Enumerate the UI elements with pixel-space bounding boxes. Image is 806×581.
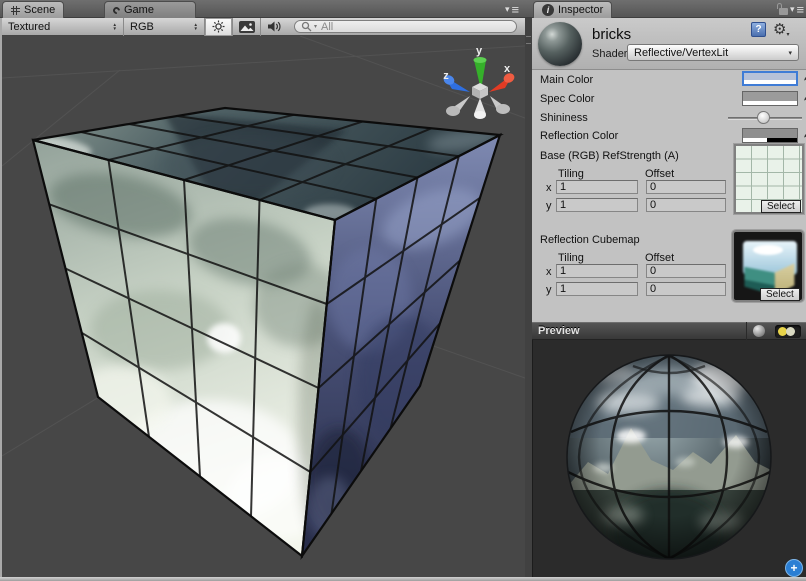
cubemap-select-button[interactable]: Select	[760, 288, 800, 301]
sun-icon	[212, 20, 225, 33]
unity-editor-window: Scene Game ▾≡ i Inspector ▾≡ Textured ▲▼	[0, 0, 806, 581]
reflection-color-eyedropper-icon[interactable]	[801, 128, 806, 143]
reflection-color-swatch[interactable]	[742, 128, 798, 143]
gear-icon[interactable]: ⚙▾	[773, 20, 789, 38]
color-channels-dropdown[interactable]: RGB ▲▼	[124, 18, 204, 36]
main-color-label: Main Color	[540, 74, 593, 86]
base-tiling-y-field[interactable]	[556, 198, 638, 212]
tab-scene-label: Scene	[24, 4, 55, 16]
tab-game[interactable]: Game	[104, 1, 196, 18]
scene-skybox-toggle[interactable]	[233, 18, 260, 36]
spec-color-eyedropper-icon[interactable]	[801, 91, 806, 106]
cubemap-offset-y-field[interactable]	[646, 282, 726, 296]
base-x-label: x	[546, 182, 552, 194]
shader-dropdown[interactable]: Reflective/VertexLit ▾	[627, 44, 799, 61]
tab-inspector-label: Inspector	[558, 4, 603, 16]
panel-divider[interactable]	[525, 18, 532, 577]
tab-scene[interactable]: Scene	[2, 1, 64, 18]
render-mode-dropdown[interactable]: Textured ▲▼	[2, 18, 123, 36]
scene-viewport[interactable]: y z x	[2, 36, 525, 577]
cubemap-tiling-header: Tiling	[558, 252, 584, 264]
cubemap-offset-x-field[interactable]	[646, 264, 726, 278]
dropdown-arrow-icon: ▾	[788, 49, 792, 57]
preview-add-button[interactable]: +	[786, 560, 803, 577]
spec-color-label: Spec Color	[540, 93, 594, 105]
base-offset-x-field[interactable]	[646, 180, 726, 194]
preview-viewport: +	[532, 340, 806, 577]
window-frame-left	[0, 18, 2, 577]
search-input[interactable]	[319, 20, 510, 34]
base-texture-label: Base (RGB) RefStrength (A)	[540, 150, 679, 162]
search-icon	[301, 21, 312, 32]
scene-grid-icon	[11, 6, 20, 15]
scene-audio-toggle[interactable]	[261, 18, 288, 36]
help-icon[interactable]: ?	[751, 22, 766, 37]
main-color-swatch[interactable]	[742, 71, 798, 86]
preview-sphere-render: +	[533, 340, 806, 577]
updown-arrows-icon: ▲▼	[194, 23, 198, 31]
lock-icon[interactable]	[777, 3, 789, 15]
y-axis-label[interactable]: y	[476, 45, 483, 57]
z-axis-label[interactable]: z	[443, 70, 449, 82]
game-icon	[112, 5, 122, 15]
material-name: bricks	[592, 26, 631, 43]
scene-lighting-toggle[interactable]	[205, 18, 232, 36]
cubemap-tiling-x-field[interactable]	[556, 264, 638, 278]
shininess-label: Shininess	[540, 112, 588, 124]
scene-toolbar: Textured ▲▼ RGB ▲▼	[2, 18, 525, 36]
cubemap-offset-header: Offset	[645, 252, 674, 264]
preview-title: Preview	[538, 325, 746, 337]
plus-icon: +	[790, 561, 797, 575]
base-tiling-header: Tiling	[558, 168, 584, 180]
inspector-panel: bricks Shader Reflective/VertexLit ▾ ? ⚙…	[532, 18, 806, 577]
base-offset-header: Offset	[645, 168, 674, 180]
base-texture-select-button[interactable]: Select	[761, 200, 801, 213]
base-offset-y-field[interactable]	[646, 198, 726, 212]
scene-search-field[interactable]: ▾	[294, 20, 517, 33]
preview-lighting-button[interactable]	[775, 325, 801, 338]
reflection-color-label: Reflection Color	[540, 130, 618, 142]
shininess-slider-thumb[interactable]	[757, 111, 770, 124]
tab-strip: Scene Game ▾≡ i Inspector ▾≡	[0, 0, 806, 18]
spec-color-swatch[interactable]	[742, 91, 798, 106]
material-preview-thumbnail	[538, 22, 582, 66]
reflection-cubemap-label: Reflection Cubemap	[540, 234, 640, 246]
updown-arrows-icon: ▲▼	[113, 23, 117, 31]
info-icon: i	[542, 4, 554, 16]
inspector-panel-menu-icon[interactable]: ▾≡	[790, 4, 805, 15]
scene-panel-menu-icon[interactable]: ▾≡	[505, 4, 520, 15]
image-icon	[239, 21, 255, 33]
material-header: bricks Shader Reflective/VertexLit ▾ ? ⚙…	[532, 18, 806, 70]
search-filter-arrow-icon[interactable]: ▾	[314, 23, 317, 30]
base-y-label: y	[546, 200, 552, 212]
cubemap-x-label: x	[546, 266, 552, 278]
cubemap-tiling-y-field[interactable]	[556, 282, 638, 296]
window-frame-bottom	[0, 577, 806, 581]
shader-label: Shader	[592, 48, 627, 60]
base-tiling-x-field[interactable]	[556, 180, 638, 194]
x-axis-label[interactable]: x	[504, 63, 511, 75]
preview-header[interactable]: Preview	[532, 322, 806, 340]
tab-game-label: Game	[124, 4, 154, 16]
tab-inspector[interactable]: i Inspector	[533, 1, 612, 18]
preview-shape-button[interactable]	[753, 325, 765, 337]
speaker-icon	[267, 20, 282, 33]
cubemap-y-label: y	[546, 284, 552, 296]
main-color-eyedropper-icon[interactable]	[801, 71, 806, 86]
